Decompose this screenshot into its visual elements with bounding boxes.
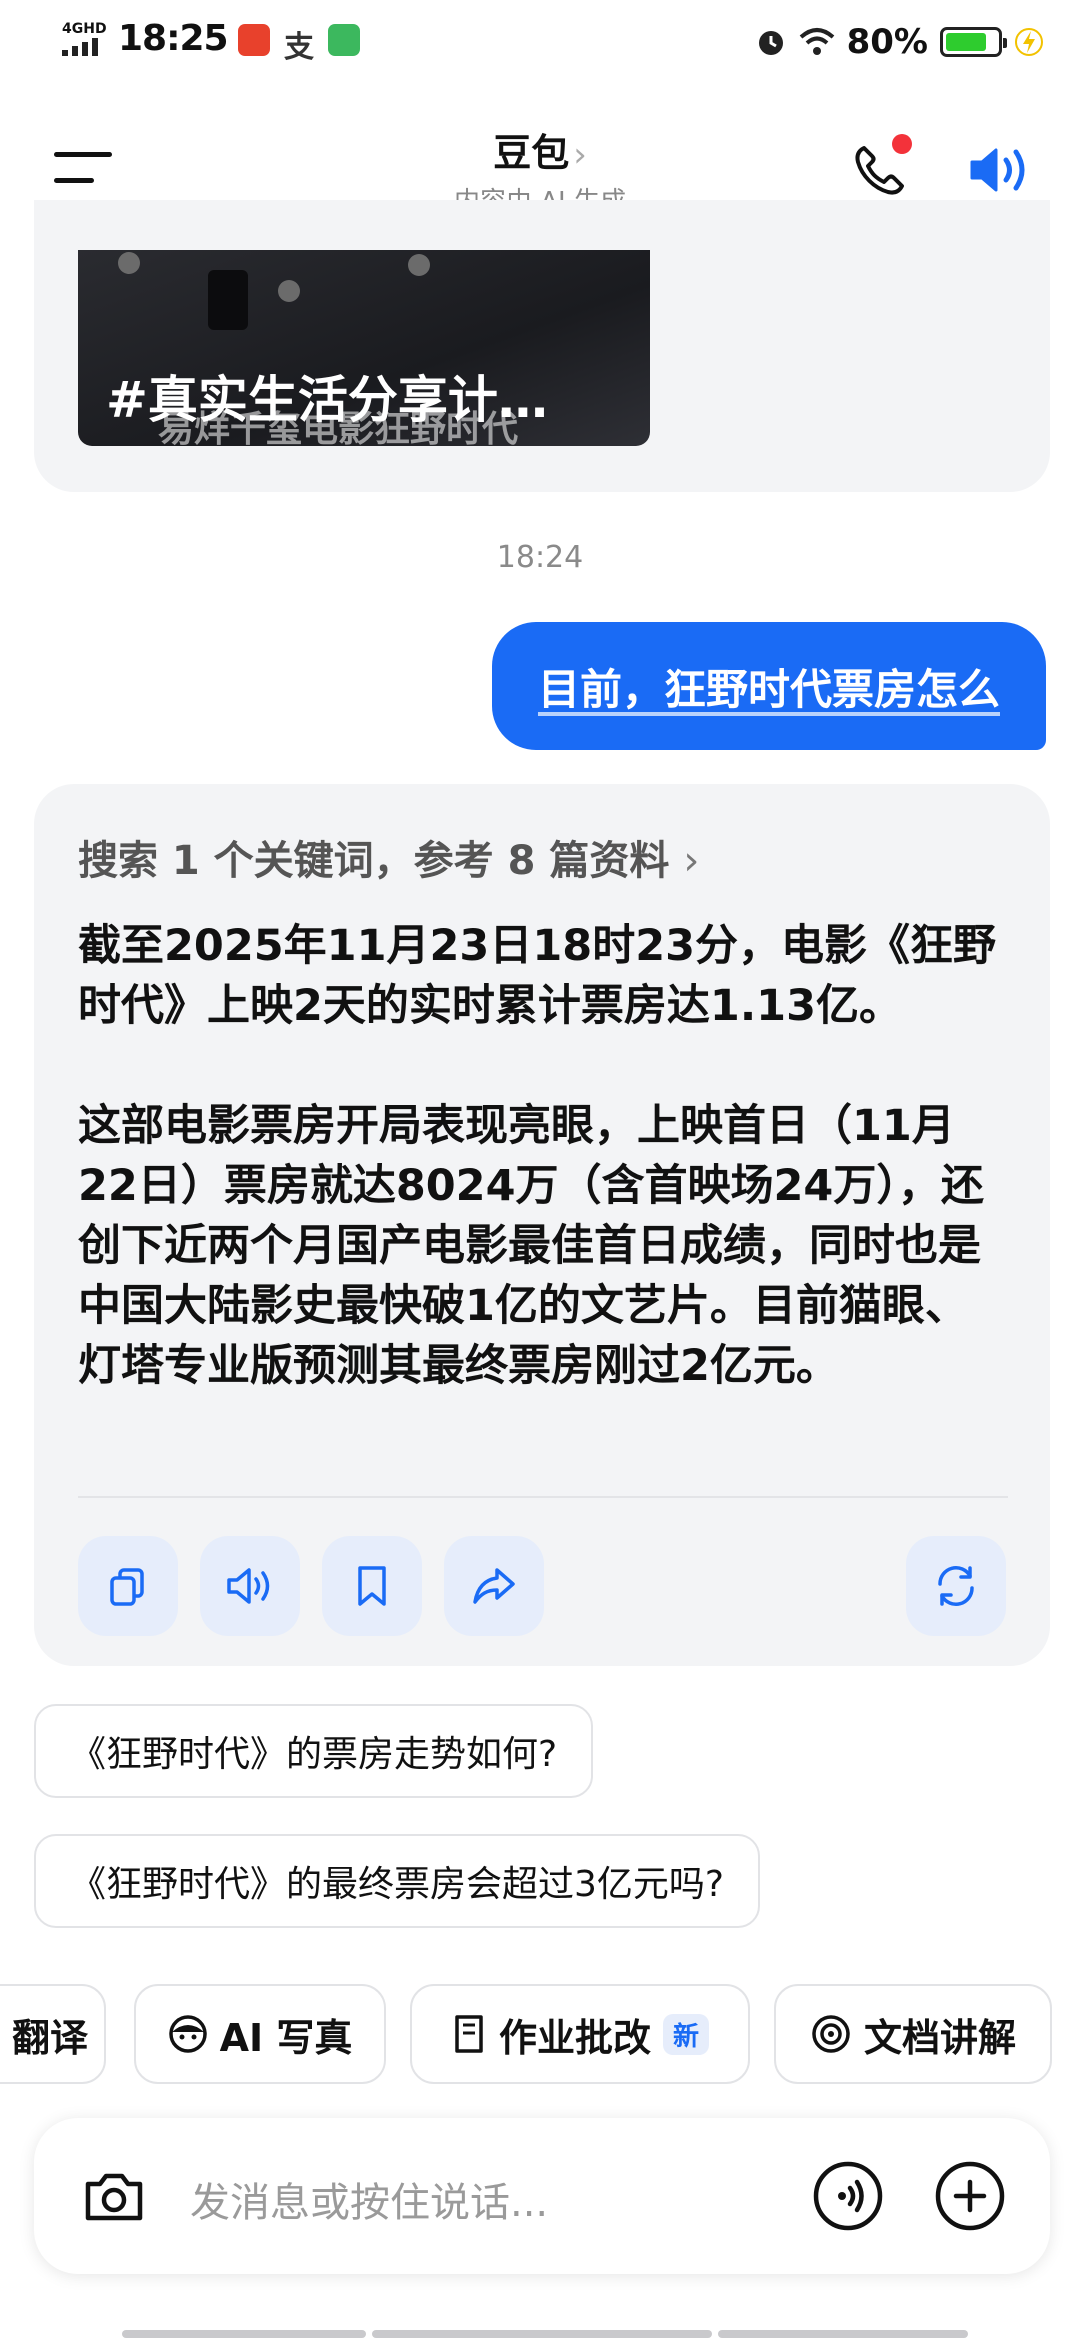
message-input[interactable]: 发消息或按住说话... (190, 2170, 548, 2228)
thumbnail-detail (208, 270, 248, 330)
home-indicator (122, 2330, 366, 2338)
read-aloud-button[interactable] (200, 1536, 300, 1636)
ai-answer-card: 搜索 1 个关键词，参考 8 篇资料 › 截至2025年11月23日18时23分，… (34, 784, 1050, 1666)
homework-chip[interactable]: 作业批改 新 (410, 1984, 750, 2084)
previous-message-card: 易烊千玺电影狂野时代 #真实生活分享计… (34, 200, 1050, 492)
suggested-question[interactable]: 《狂野时代》的最终票房会超过3亿元吗? (34, 1834, 761, 1928)
home-indicator (372, 2330, 712, 2338)
refresh-icon (938, 1566, 974, 1606)
podcast-icon (812, 2015, 850, 2053)
title-chevron-icon: › (573, 135, 587, 175)
bookmark-button[interactable] (322, 1536, 422, 1636)
plus-icon[interactable] (934, 2160, 1006, 2232)
suggested-question[interactable]: 《狂野时代》的票房走势如何? (34, 1704, 594, 1798)
translate-chip[interactable]: 翻译 (0, 1984, 106, 2084)
chip-label: 翻译 (11, 2015, 88, 2060)
thumbnail-detail (408, 254, 430, 276)
app-notification-icon (328, 24, 360, 56)
wifi-icon (799, 28, 834, 55)
alipay-notification-icon: 支 (284, 30, 314, 65)
signal-icon (62, 38, 98, 56)
status-bar: 4GHD 18:25 支 80% (0, 0, 1080, 84)
battery-percent: 80% (846, 22, 928, 62)
battery-icon (940, 27, 1007, 57)
video-thumbnail[interactable]: 易烊千玺电影狂野时代 #真实生活分享计… (78, 250, 650, 446)
alarm-icon (758, 31, 783, 55)
search-references-link[interactable]: 搜索 1 个关键词，参考 8 篇资料 › (78, 828, 699, 886)
thumbnail-detail (118, 252, 140, 274)
taobao-notification-icon (238, 24, 270, 56)
voice-input-icon[interactable] (812, 2160, 884, 2232)
share-button[interactable] (444, 1536, 544, 1636)
page-title: 豆包 (493, 131, 570, 175)
camera-icon[interactable] (78, 2160, 150, 2232)
speaker-icon[interactable] (968, 142, 1034, 198)
speaker-icon (227, 1568, 270, 1604)
home-indicator (718, 2330, 968, 2338)
copy-button[interactable] (78, 1536, 178, 1636)
document-check-icon (455, 2015, 483, 2053)
thumbnail-detail (278, 280, 300, 302)
bookmark-icon (358, 1566, 386, 1606)
message-input-bar: 发消息或按住说话... (34, 2118, 1050, 2274)
chip-label: 文档讲解 (863, 2015, 1016, 2060)
chip-label: 作业批改 (498, 2015, 651, 2060)
answer-paragraph: 截至2025年11月23日18时23分，电影《狂野时代》上映2天的实时累计票房达… (78, 921, 997, 1031)
clock: 18:25 (118, 18, 229, 59)
message-timestamp: 18:24 (496, 540, 584, 575)
user-message-bubble[interactable]: 目前，狂野时代票房怎么 (491, 622, 1046, 750)
user-message-text: 目前，狂野时代票房怎么 (537, 664, 1000, 714)
new-badge: 新 (663, 2013, 710, 2055)
battery-fill (946, 33, 986, 51)
doc-explain-chip[interactable]: 文档讲解 (774, 1984, 1052, 2084)
notification-dot (892, 134, 912, 154)
network-type: 4GHD (62, 21, 107, 37)
ai-photo-chip[interactable]: AI 写真 (134, 1984, 386, 2084)
regenerate-button[interactable] (906, 1536, 1006, 1636)
answer-text: 截至2025年11月23日18时23分，电影《狂野时代》上映2天的实时累计票房达… (78, 916, 1008, 1396)
charging-icon (1015, 28, 1043, 56)
answer-paragraph: 这部电影票房开局表现亮眼，上映首日（11月22日）票房就达8024万（含首映场2… (78, 1101, 984, 1391)
share-icon (473, 1568, 515, 1604)
chevron-right-icon: › (683, 838, 700, 884)
status-right: 80% (755, 18, 1044, 66)
face-icon (168, 2015, 207, 2053)
video-title: #真实生活分享计… (106, 371, 548, 429)
search-summary: 搜索 1 个关键词，参考 8 篇资料 (78, 838, 670, 884)
chip-label: AI 写真 (219, 2015, 353, 2060)
divider (78, 1496, 1008, 1498)
copy-icon (110, 1568, 144, 1606)
